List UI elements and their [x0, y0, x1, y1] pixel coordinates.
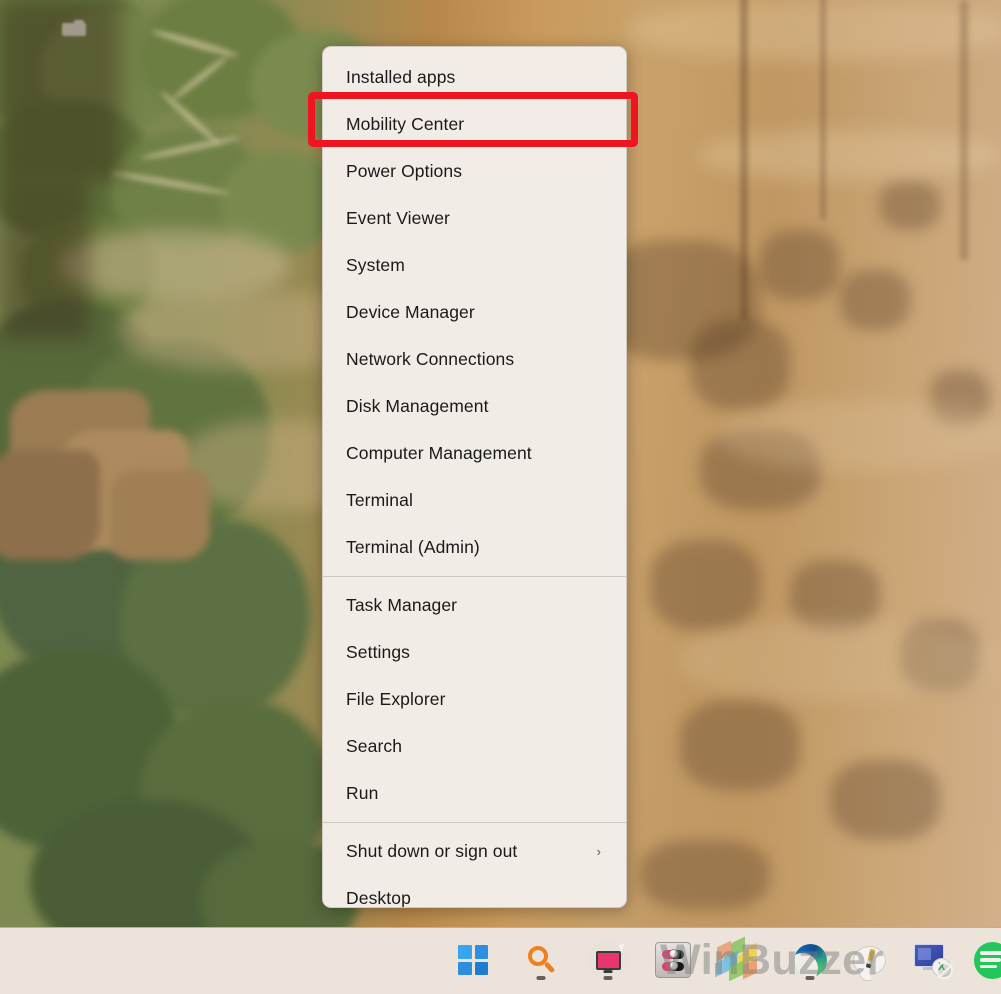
menu-item-settings[interactable]: Settings — [323, 629, 626, 676]
menu-item-run[interactable]: Run — [323, 770, 626, 817]
menu-item-desktop[interactable]: Desktop — [323, 875, 626, 908]
menu-item-label: Search — [346, 736, 403, 756]
taskbar-task-view-button[interactable] — [584, 936, 632, 984]
taskbar-toggles-app-button[interactable] — [649, 936, 697, 984]
chevron-right-icon: › — [596, 844, 601, 859]
taskbar-start-button[interactable] — [449, 936, 497, 984]
menu-item-task-manager[interactable]: Task Manager — [323, 582, 626, 629]
menu-item-label: Settings — [346, 642, 411, 662]
menu-item-device-manager[interactable]: Device Manager — [323, 289, 626, 336]
menu-item-disk-management[interactable]: Disk Management — [323, 383, 626, 430]
windows-logo-icon — [458, 945, 488, 975]
menu-item-label: Network Connections — [346, 349, 515, 369]
search-icon — [526, 945, 556, 975]
menu-item-label: Device Manager — [346, 302, 475, 322]
taskbar-edge-browser-button[interactable] — [786, 936, 834, 984]
taskbar-blocks-app-button[interactable] — [708, 936, 764, 984]
menu-item-label: Computer Management — [346, 443, 532, 463]
taskbar-feedback-app-button[interactable] — [845, 936, 893, 984]
taskbar-spotify-button[interactable] — [968, 936, 1001, 984]
menu-group-session: Shut down or sign out › Desktop — [323, 828, 626, 908]
menu-item-label: System — [346, 255, 405, 275]
menu-item-label: Task Manager — [346, 595, 458, 615]
speech-bubble-pencil-icon — [852, 945, 886, 975]
menu-separator-1 — [323, 576, 626, 577]
menu-item-label: Terminal (Admin) — [346, 537, 480, 557]
menu-group-system: Task Manager Settings File Explorer Sear… — [323, 582, 626, 817]
menu-separator-2 — [323, 822, 626, 823]
running-indicator-dot — [805, 976, 815, 980]
menu-item-label: Terminal — [346, 490, 413, 510]
taskbar-search-button[interactable] — [517, 936, 565, 984]
running-indicator-dot — [603, 976, 613, 980]
toggle-switches-icon — [655, 942, 691, 978]
menu-item-network-connections[interactable]: Network Connections — [323, 336, 626, 383]
menu-item-label: File Explorer — [346, 689, 446, 709]
menu-item-mobility-center[interactable]: Mobility Center — [323, 101, 626, 148]
desktop-screen: Installed apps Mobility Center Power Opt… — [0, 0, 1001, 994]
taskbar[interactable]: X — [0, 927, 1001, 994]
menu-item-search[interactable]: Search — [323, 723, 626, 770]
menu-item-computer-management[interactable]: Computer Management — [323, 430, 626, 477]
menu-item-label: Run — [346, 783, 379, 803]
menu-item-system[interactable]: System — [323, 242, 626, 289]
running-indicator-dot — [536, 976, 546, 980]
menu-item-label: Power Options — [346, 161, 463, 181]
task-view-icon — [588, 940, 628, 980]
menu-item-shut-down-or-sign-out[interactable]: Shut down or sign out › — [323, 828, 626, 875]
menu-item-label: Installed apps — [346, 67, 456, 87]
menu-item-label: Shut down or sign out — [346, 841, 518, 861]
menu-item-label: Mobility Center — [346, 114, 465, 134]
menu-item-installed-apps[interactable]: Installed apps — [323, 54, 626, 101]
taskbar-icon-row: X — [0, 928, 1001, 994]
spotify-icon — [973, 941, 1001, 979]
menu-item-terminal-admin[interactable]: Terminal (Admin) — [323, 524, 626, 571]
menu-item-file-explorer[interactable]: File Explorer — [323, 676, 626, 723]
edge-icon — [793, 943, 827, 977]
cursor-blocked-marker — [936, 962, 953, 979]
winx-power-menu[interactable]: Installed apps Mobility Center Power Opt… — [322, 46, 627, 908]
menu-item-label: Disk Management — [346, 396, 489, 416]
menu-item-terminal[interactable]: Terminal — [323, 477, 626, 524]
menu-group-tools: Installed apps Mobility Center Power Opt… — [323, 47, 626, 571]
menu-item-power-options[interactable]: Power Options — [323, 148, 626, 195]
3d-blocks-icon — [715, 936, 757, 982]
menu-item-label: Event Viewer — [346, 208, 450, 228]
menu-item-event-viewer[interactable]: Event Viewer — [323, 195, 626, 242]
menu-item-label: Desktop — [346, 888, 411, 908]
